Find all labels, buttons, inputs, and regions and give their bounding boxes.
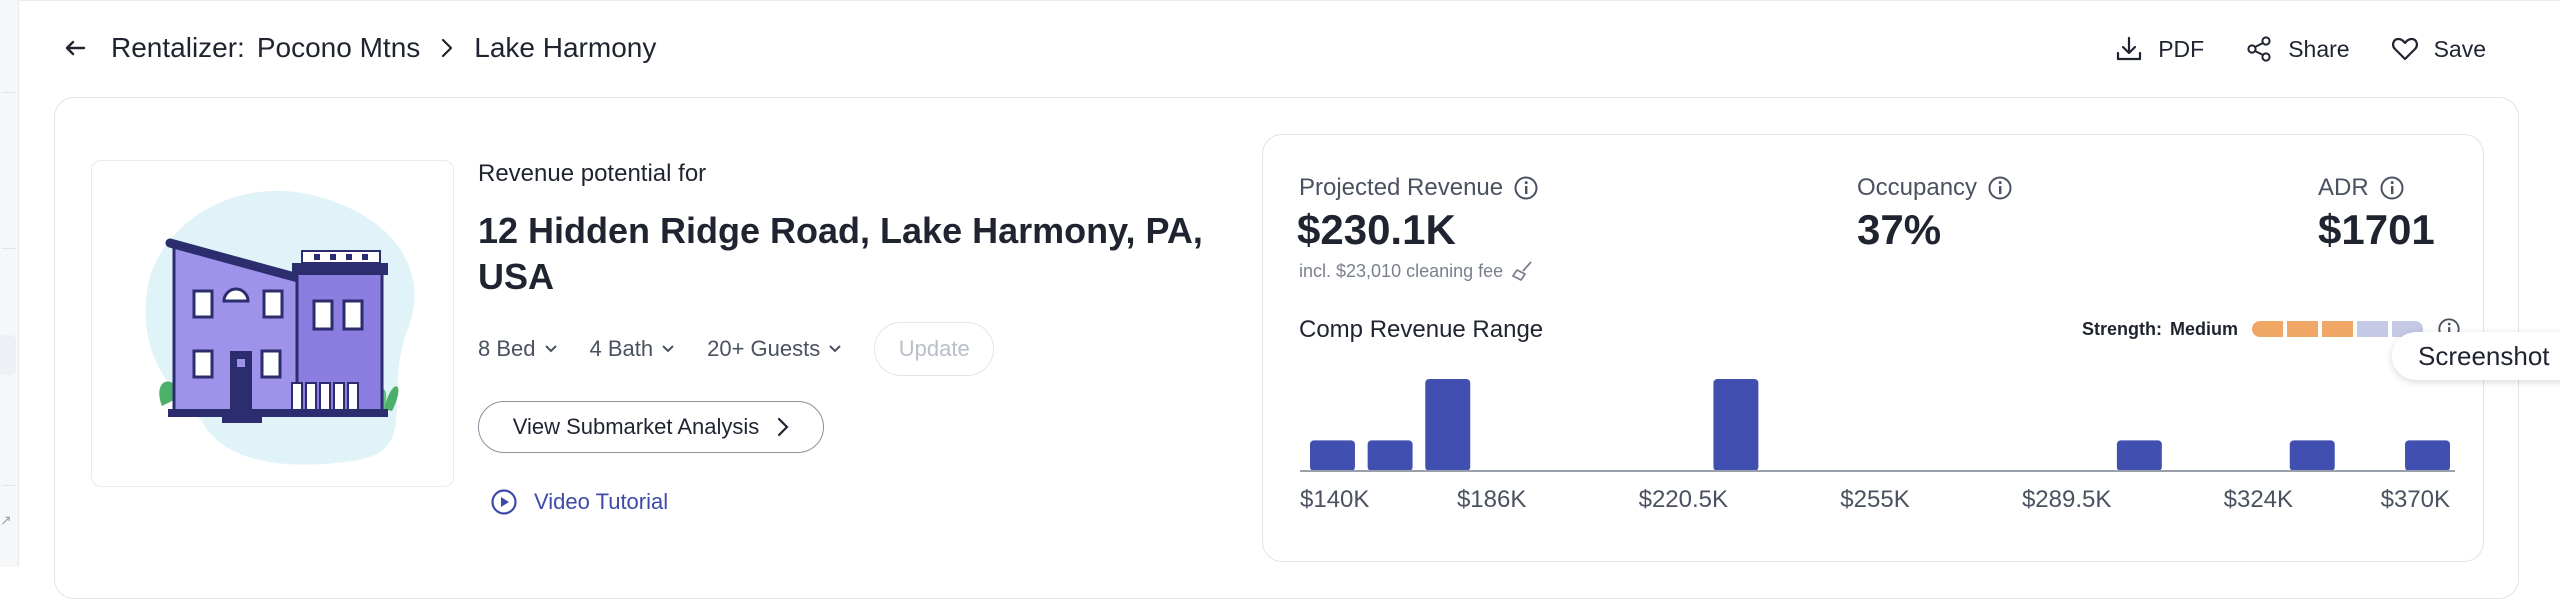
sidebar-divider — [2, 248, 16, 249]
comp-revenue-range-title: Comp Revenue Range — [1299, 316, 1544, 343]
update-button[interactable]: Update — [874, 322, 995, 376]
info-icon[interactable] — [1513, 175, 1539, 201]
external-link-icon[interactable]: ↗ — [0, 513, 12, 527]
bath-value: 4 Bath — [589, 336, 654, 361]
histogram-bar[interactable] — [2289, 440, 2335, 471]
comp-revenue-histogram: $140K $186K $220.5K $255K $289.5K $324K $370K — [1300, 379, 2455, 513]
guests-dropdown[interactable]: 20+ Guests — [707, 336, 842, 362]
strength-segment — [2252, 321, 2284, 337]
cleaning-fee-note: incl. $23,010 cleaning fee — [1299, 260, 1535, 282]
video-tutorial-label: Video Tutorial — [534, 489, 669, 514]
info-icon[interactable] — [2379, 175, 2405, 201]
arrow-left-icon — [65, 40, 86, 56]
guests-value: 20+ Guests — [707, 336, 821, 361]
chevron-down-icon — [662, 345, 674, 353]
revenue-potential-label: Revenue potential for — [478, 160, 707, 187]
strength-segment — [2322, 321, 2354, 337]
occupancy-value: 37% — [1857, 206, 1942, 253]
strength-value: Medium — [2170, 318, 2239, 339]
sidebar-active-item[interactable] — [0, 335, 16, 375]
video-tutorial-link[interactable]: Video Tutorial — [490, 488, 668, 516]
left-sidebar-edge: ↗ — [0, 0, 19, 567]
sidebar-divider — [2, 485, 16, 486]
heart-icon — [2391, 37, 2418, 61]
histogram-tick-label: $324K — [2224, 486, 2293, 513]
save-button[interactable]: Save — [2390, 34, 2486, 64]
info-icon[interactable] — [1987, 175, 2013, 201]
share-icon — [2247, 36, 2271, 62]
occupancy-label: Occupancy — [1857, 174, 2013, 202]
back-button[interactable] — [58, 31, 92, 65]
histogram-tick-label: $255K — [1840, 486, 1909, 513]
share-label: Share — [2288, 35, 2350, 62]
play-circle-icon — [491, 489, 517, 515]
chevron-right-icon — [778, 417, 789, 437]
histogram-tick-label: $289.5K — [2022, 486, 2111, 513]
property-filters: 8 Bed 4 Bath 20+ Guests Update — [478, 322, 995, 376]
adr-label: ADR — [2318, 174, 2405, 202]
adr-text: ADR — [2318, 174, 2369, 201]
histogram-bar[interactable] — [1310, 440, 1355, 471]
histogram-bar[interactable] — [2116, 440, 2162, 471]
histogram-tick-label: $220.5K — [1639, 486, 1728, 513]
download-icon — [2117, 36, 2142, 61]
histogram-tick-label: $140K — [1300, 486, 1369, 513]
chevron-down-icon — [829, 345, 841, 353]
brand-label: Rentalizer: — [111, 32, 245, 63]
histogram-tick-label: $186K — [1457, 486, 1526, 513]
histogram-tick-label: $370K — [2381, 486, 2450, 513]
strength-label: Strength: — [2082, 318, 2162, 339]
bed-value: 8 Bed — [478, 336, 536, 361]
cleaning-fee-text: incl. $23,010 cleaning fee — [1299, 260, 1504, 281]
histogram-bar[interactable] — [1367, 440, 1413, 471]
histogram-bar[interactable] — [1713, 379, 1759, 471]
breadcrumb-item-market[interactable]: Pocono Mtns — [257, 32, 420, 64]
pdf-button[interactable]: PDF — [2114, 34, 2204, 64]
submarket-button-label: View Submarket Analysis — [512, 414, 760, 439]
breadcrumb-item-submarket[interactable]: Lake Harmony — [474, 32, 656, 64]
strength-segment — [2357, 321, 2389, 337]
projected-revenue-label: Projected Revenue — [1299, 174, 1539, 202]
chevron-down-icon — [544, 345, 557, 353]
broom-icon — [1512, 261, 1532, 281]
adr-value: $1701 — [2318, 206, 2435, 253]
view-submarket-analysis-button[interactable]: View Submarket Analysis — [478, 401, 824, 453]
histogram-bar[interactable] — [1425, 379, 1471, 471]
property-address: 12 Hidden Ridge Road, Lake Harmony, PA, … — [478, 210, 1203, 297]
bath-dropdown[interactable]: 4 Bath — [590, 336, 676, 362]
save-label: Save — [2433, 35, 2486, 62]
property-info: Revenue potential for 12 Hidden Ridge Ro… — [478, 160, 1238, 300]
screenshot-tooltip[interactable]: Screenshot — [2392, 332, 2560, 380]
sidebar-divider — [2, 92, 16, 93]
share-button[interactable]: Share — [2244, 34, 2350, 64]
histogram-bar[interactable] — [2405, 440, 2450, 471]
house-illustration-icon — [145, 190, 415, 465]
strength-segment — [2287, 321, 2319, 337]
projected-revenue-value: $230.1K — [1297, 206, 1456, 253]
toolbar-actions: PDF Share Save — [2114, 29, 2486, 69]
pdf-label: PDF — [2158, 35, 2205, 62]
property-illustration — [91, 160, 454, 487]
occupancy-text: Occupancy — [1857, 174, 1978, 201]
projected-revenue-text: Projected Revenue — [1299, 174, 1504, 201]
breadcrumb: Rentalizer: Pocono Mtns Lake Harmony — [111, 28, 656, 68]
top-bar: Rentalizer: Pocono Mtns Lake Harmony PDF… — [18, 0, 2560, 97]
bed-dropdown[interactable]: 8 Bed — [478, 336, 558, 362]
chevron-right-icon — [440, 37, 454, 59]
